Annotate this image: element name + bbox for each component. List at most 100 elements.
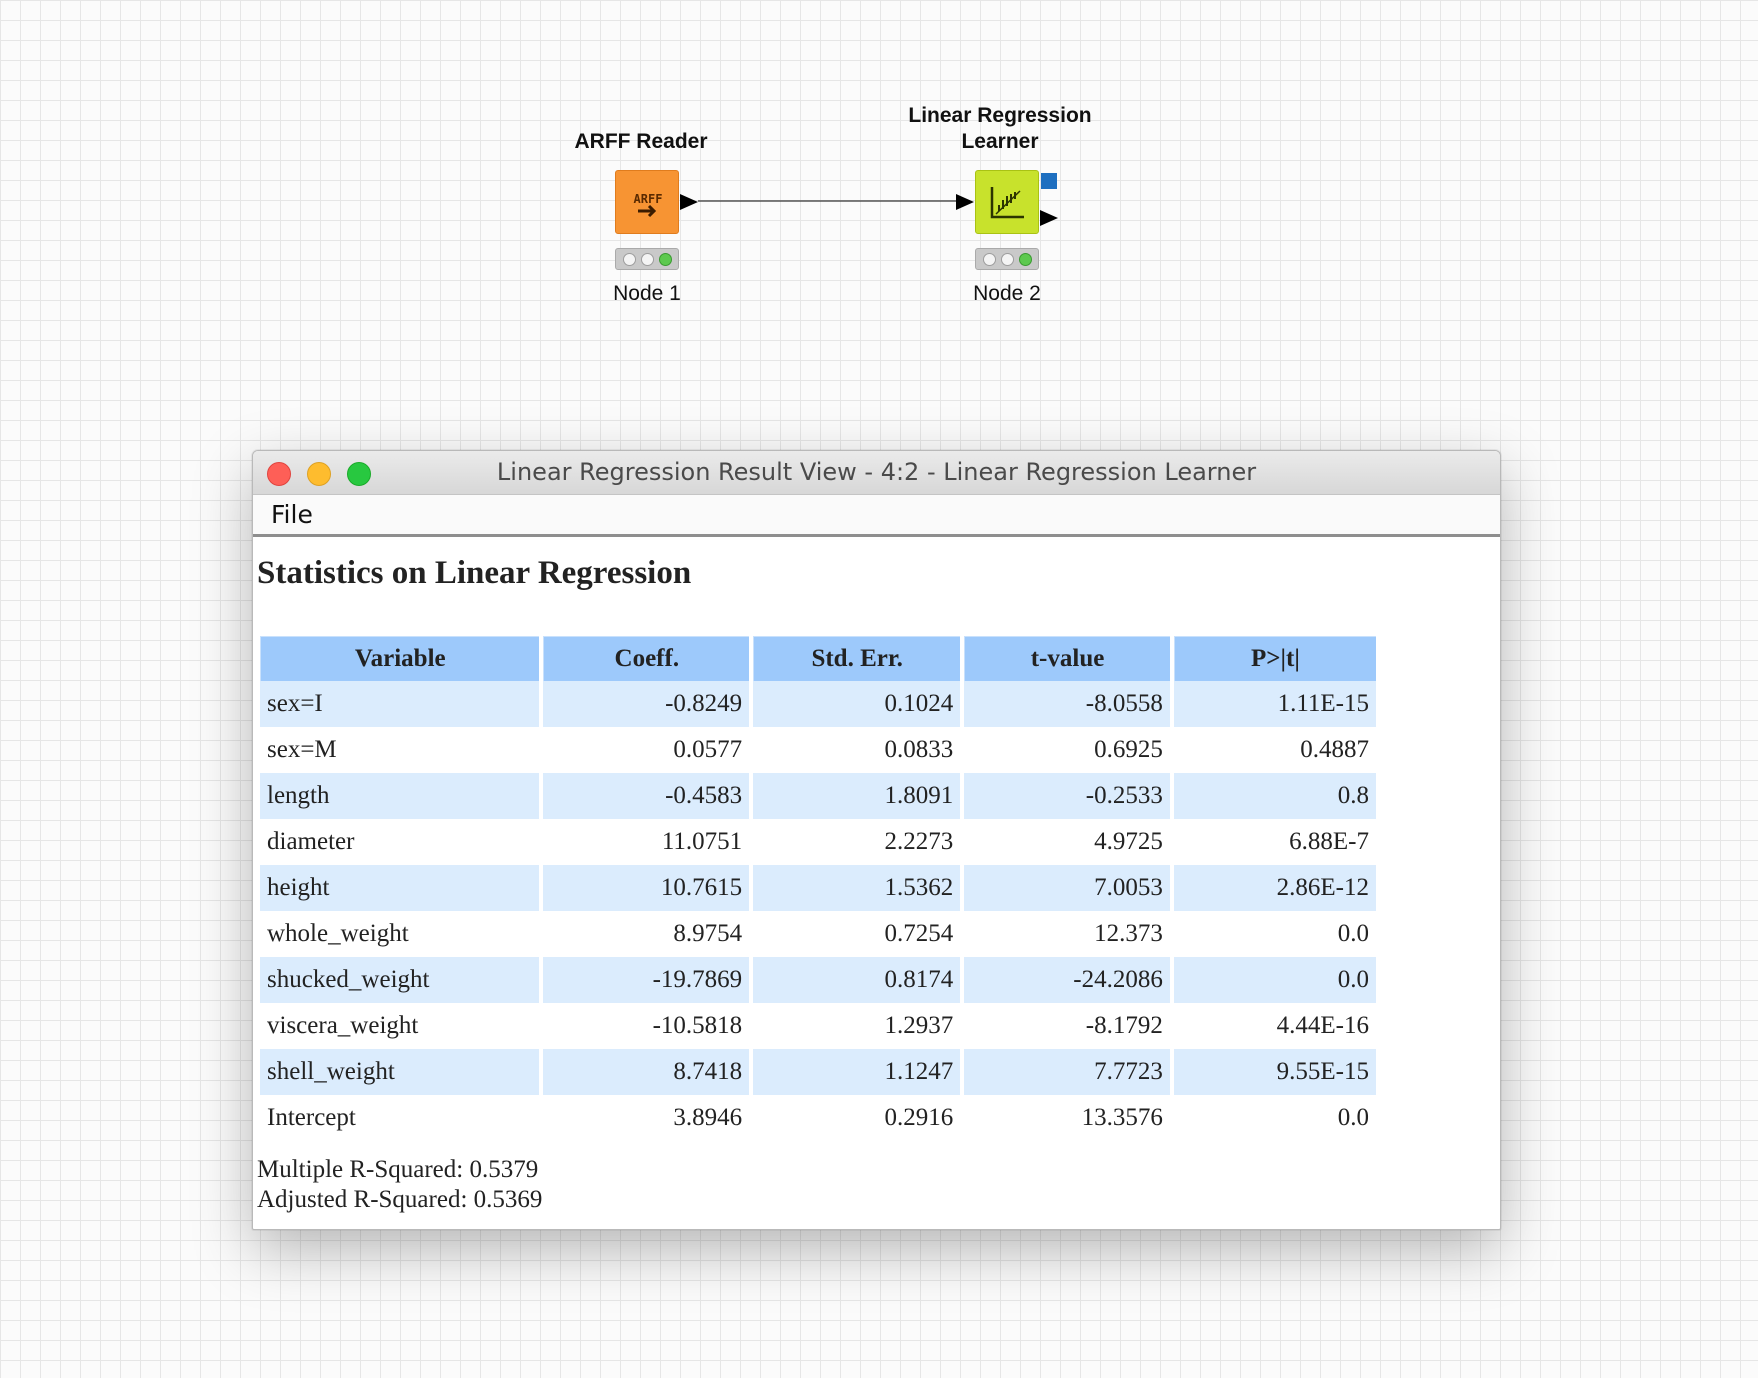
- node2-output-port[interactable]: [1040, 208, 1060, 228]
- column-header-variable: Variable: [260, 636, 540, 681]
- value-cell: 0.0: [1337, 1104, 1369, 1131]
- column-header-p-value: P>|t|: [1173, 636, 1376, 681]
- adjusted-r-squared: Adjusted R-Squared: 0.5369: [257, 1186, 543, 1213]
- value-cell: 9.55E-15: [1173, 1049, 1376, 1095]
- value-cell: -0.4583: [543, 773, 750, 819]
- model-output-port[interactable]: [1041, 173, 1057, 189]
- value-cell: -0.2533: [964, 773, 1170, 819]
- value-cell: -19.7869: [543, 957, 750, 1003]
- report-heading: Statistics on Linear Regression: [257, 555, 692, 591]
- result-view-window: Linear Regression Result View - 4:2 - Li…: [252, 450, 1501, 1230]
- value-cell: 4.44E-16: [1276, 1012, 1369, 1039]
- value-cell: 0.0: [1173, 957, 1376, 1003]
- value-cell: -24.2086: [964, 957, 1170, 1003]
- table-row: length -0.4583 1.8091 -0.2533 0.8: [260, 773, 1376, 819]
- table-row: Intercept 3.8946 0.2916 13.3576 0.0: [260, 1095, 1376, 1141]
- value-cell: 8.9754: [673, 920, 743, 947]
- node1-output-port[interactable]: [680, 192, 700, 212]
- window-title: Linear Regression Result View - 4:2 - Li…: [496, 458, 1257, 486]
- node1-label[interactable]: Node 1: [567, 282, 727, 306]
- menu-bar: File: [253, 495, 1500, 537]
- node2-label[interactable]: Node 2: [927, 282, 1087, 306]
- value-cell: 0.8: [1173, 773, 1376, 819]
- value-cell: 4.9725: [1094, 828, 1163, 855]
- variable-cell: sex=I: [260, 681, 540, 727]
- value-cell: 3.8946: [673, 1104, 743, 1131]
- value-cell: 10.7615: [543, 865, 750, 911]
- svg-text:ARFF: ARFF: [634, 192, 663, 206]
- value-cell: 2.2273: [884, 828, 954, 855]
- status-light-off: [1000, 252, 1014, 266]
- node2-title: Linear Regression Learner: [880, 103, 1120, 155]
- linear-regression-learner-node[interactable]: [975, 170, 1039, 234]
- value-cell: 0.0833: [884, 736, 954, 763]
- table-header-row: Variable Coeff. Std. Err. t-value P>|t|: [260, 636, 1376, 681]
- variable-cell: sex=M: [267, 736, 337, 763]
- variable-cell: shell_weight: [260, 1049, 540, 1095]
- value-cell: -8.0558: [964, 681, 1170, 727]
- value-cell: 1.2937: [884, 1012, 954, 1039]
- value-cell: 12.373: [1094, 920, 1163, 947]
- window-titlebar[interactable]: Linear Regression Result View - 4:2 - Li…: [253, 451, 1500, 495]
- table-row: viscera_weight -10.5818 1.2937 -8.1792 4.44E…: [260, 1003, 1376, 1049]
- node2-title-line1: Linear Regression: [908, 104, 1092, 127]
- value-cell: 1.11E-15: [1173, 681, 1376, 727]
- variable-cell: Intercept: [267, 1104, 356, 1131]
- menu-file[interactable]: File: [271, 500, 313, 529]
- statistics-table: Variable Coeff. Std. Err. t-value P>|t| …: [256, 636, 1380, 1141]
- column-header-coeff: Coeff.: [543, 636, 750, 681]
- value-cell: 8.7418: [543, 1049, 750, 1095]
- value-cell: 0.2916: [884, 1104, 954, 1131]
- value-cell: 1.5362: [753, 865, 961, 911]
- value-cell: 11.0751: [661, 828, 743, 855]
- value-cell: 1.1247: [753, 1049, 961, 1095]
- table-row: shucked_weight -19.7869 0.8174 -24.2086 0.0: [260, 957, 1376, 1003]
- value-cell: -0.8249: [543, 681, 750, 727]
- column-header-t-value: t-value: [964, 636, 1170, 681]
- status-light-executed: [658, 252, 672, 266]
- value-cell: 7.0053: [964, 865, 1170, 911]
- node2-status-lights: [975, 248, 1039, 270]
- status-light-off: [640, 252, 654, 266]
- variable-cell: length: [260, 773, 540, 819]
- arff-reader-node[interactable]: ARFF: [615, 170, 679, 234]
- report-content: Statistics on Linear Regression Variable…: [253, 555, 1500, 1215]
- column-header-std-err: Std. Err.: [753, 636, 961, 681]
- value-cell: -8.1792: [1085, 1012, 1163, 1039]
- table-row: diameter 11.0751 2.2273 4.9725 6.88E-7: [260, 819, 1376, 865]
- node2-input-port[interactable]: [956, 192, 976, 212]
- table-row: sex=I -0.8249 0.1024 -8.0558 1.11E-15: [260, 681, 1376, 727]
- variable-cell: shucked_weight: [260, 957, 540, 1003]
- arff-reader-icon: ARFF: [634, 192, 663, 218]
- status-light-off: [622, 252, 636, 266]
- table-row: whole_weight 8.9754 0.7254 12.373 0.0: [260, 911, 1376, 957]
- value-cell: 0.0577: [673, 736, 743, 763]
- table-row: shell_weight 8.7418 1.1247 7.7723 9.55E-15: [260, 1049, 1376, 1095]
- r-squared-summary: Multiple R-Squared: 0.5379 Adjusted R-Sq…: [257, 1155, 1496, 1215]
- value-cell: 0.0: [1337, 920, 1369, 947]
- node1-status-lights: [615, 248, 679, 270]
- variable-cell: height: [260, 865, 540, 911]
- table-row: height 10.7615 1.5362 7.0053 2.86E-12: [260, 865, 1376, 911]
- value-cell: 0.1024: [753, 681, 961, 727]
- value-cell: 13.3576: [1081, 1104, 1163, 1131]
- value-cell: 7.7723: [964, 1049, 1170, 1095]
- node1-title: ARFF Reader: [574, 130, 708, 153]
- multiple-r-squared: Multiple R-Squared: 0.5379: [257, 1156, 539, 1183]
- variable-cell: whole_weight: [267, 920, 409, 947]
- status-light-off: [982, 252, 996, 266]
- value-cell: 0.7254: [884, 920, 954, 947]
- value-cell: 0.6925: [1094, 736, 1163, 763]
- table-row: sex=M 0.0577 0.0833 0.6925 0.4887: [260, 727, 1376, 773]
- node2-title-line2: Learner: [961, 130, 1039, 153]
- value-cell: 0.8174: [753, 957, 961, 1003]
- variable-cell: viscera_weight: [267, 1012, 419, 1039]
- value-cell: -10.5818: [652, 1012, 743, 1039]
- value-cell: 6.88E-7: [1289, 828, 1369, 855]
- variable-cell: diameter: [267, 828, 355, 855]
- linear-regression-icon: [990, 187, 1024, 219]
- status-light-executed: [1018, 252, 1032, 266]
- value-cell: 1.8091: [753, 773, 961, 819]
- value-cell: 0.4887: [1300, 736, 1369, 763]
- connection-line: [698, 200, 960, 202]
